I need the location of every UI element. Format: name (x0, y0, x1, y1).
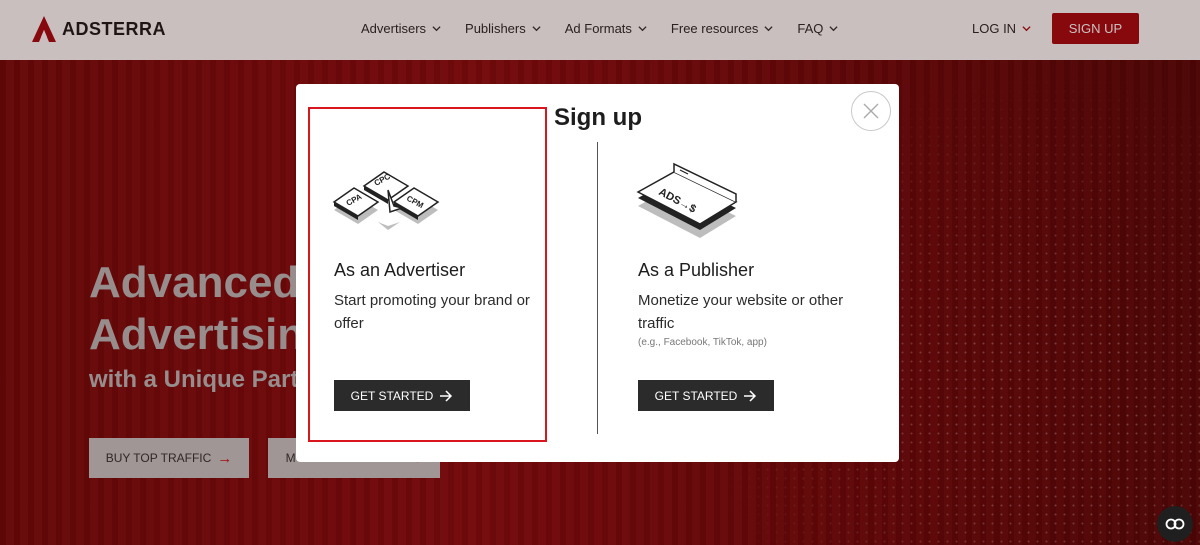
cpa-cpc-cpm-icon: CPA CPC CPM (332, 171, 440, 230)
ads-to-money-icon: ADS→$ (636, 162, 738, 238)
modal-divider (597, 142, 598, 434)
advertiser-get-started-button[interactable]: GET STARTED (334, 380, 470, 411)
modal-title: Sign up (554, 104, 642, 131)
advertiser-title: As an Advertiser (334, 260, 466, 280)
arrow-right-icon (744, 389, 757, 402)
publisher-description: Monetize your website or other traffic (638, 292, 844, 332)
arrow-right-icon (440, 389, 453, 402)
close-icon (863, 103, 879, 119)
publisher-examples-note: (e.g., Facebook, TikTok, app) (638, 337, 767, 348)
chat-icon (1165, 518, 1185, 530)
chat-widget-button[interactable] (1157, 506, 1193, 542)
publisher-title: As a Publisher (638, 260, 755, 280)
advertiser-description: Start promoting your brand or offer (334, 292, 530, 332)
button-label: GET STARTED (654, 388, 738, 403)
signup-modal: Sign up CPA CPC CPM As an Advertiser Sta… (296, 84, 899, 462)
button-label: GET STARTED (350, 388, 434, 403)
close-button[interactable] (851, 91, 891, 131)
publisher-get-started-button[interactable]: GET STARTED (638, 380, 774, 411)
